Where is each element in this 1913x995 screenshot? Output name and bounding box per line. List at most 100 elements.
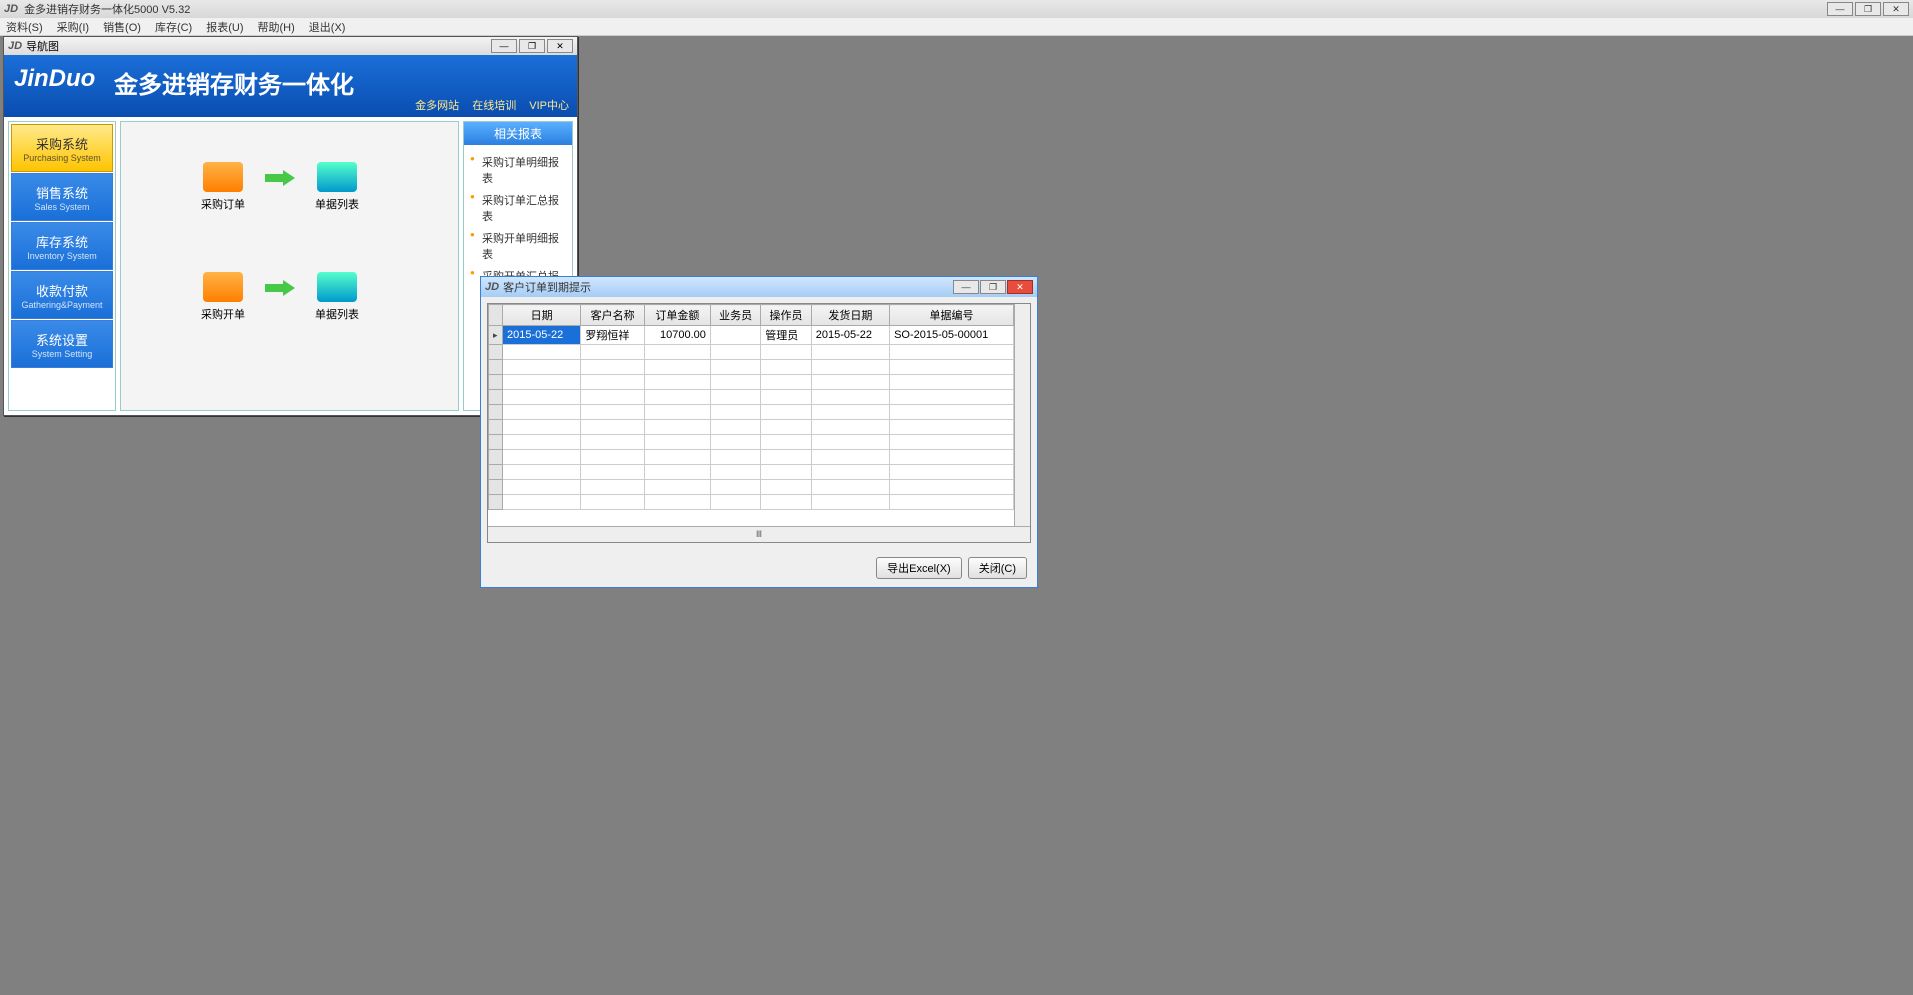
brand-en: JinDuo [14, 65, 95, 93]
close-button[interactable]: 关闭(C) [968, 557, 1027, 579]
col-customer[interactable]: 客户名称 [581, 305, 645, 326]
books-icon [317, 162, 357, 192]
cell-sales[interactable] [710, 326, 760, 345]
side-btn-inventory[interactable]: 库存系统 Inventory System [11, 222, 113, 270]
side-btn-en: Sales System [34, 202, 89, 212]
link-website[interactable]: 金多网站 [415, 100, 459, 112]
cell-date[interactable]: 2015-05-22 [503, 326, 581, 345]
table-row[interactable] [489, 480, 1014, 495]
vertical-scrollbar[interactable] [1014, 304, 1030, 526]
col-date[interactable]: 日期 [503, 305, 581, 326]
dialog-maximize-button[interactable]: ❐ [980, 280, 1006, 294]
main-window-controls: — ❐ ✕ [1827, 2, 1909, 16]
icon-document-list-1[interactable]: 单据列表 [305, 162, 369, 212]
report-link[interactable]: 采购开单明细报表 [470, 227, 566, 265]
side-btn-sales[interactable]: 销售系统 Sales System [11, 173, 113, 221]
menu-item-help[interactable]: 帮助(H) [258, 19, 295, 35]
dialog-window-controls: — ❐ ✕ [953, 280, 1033, 294]
report-link[interactable]: 采购订单明细报表 [470, 151, 566, 189]
icon-label: 单据列表 [305, 306, 369, 322]
side-menu: 采购系统 Purchasing System 销售系统 Sales System… [8, 121, 116, 411]
dialog-minimize-button[interactable]: — [953, 280, 979, 294]
menu-item-reports[interactable]: 报表(U) [206, 19, 243, 35]
table-row[interactable] [489, 465, 1014, 480]
table-row[interactable] [489, 360, 1014, 375]
icon-label: 采购开单 [191, 306, 255, 322]
col-amount[interactable]: 订单金额 [644, 305, 710, 326]
icon-purchase-order[interactable]: 采购订单 [191, 162, 255, 212]
icon-document-list-2[interactable]: 单据列表 [305, 272, 369, 322]
col-docno[interactable]: 单据编号 [890, 305, 1014, 326]
menu-item-purchase[interactable]: 采购(I) [57, 19, 89, 35]
nav-logo: JD [8, 40, 22, 52]
row-indicator [489, 326, 503, 345]
side-btn-settings[interactable]: 系统设置 System Setting [11, 320, 113, 368]
cell-ship[interactable]: 2015-05-22 [811, 326, 889, 345]
menu-item-exit[interactable]: 退出(X) [309, 19, 346, 35]
side-btn-purchase[interactable]: 采购系统 Purchasing System [11, 124, 113, 172]
col-operator[interactable]: 操作员 [761, 305, 811, 326]
arrow-right-icon [265, 280, 295, 296]
books-icon [317, 272, 357, 302]
table-row[interactable] [489, 420, 1014, 435]
link-training[interactable]: 在线培训 [472, 100, 516, 112]
table-row[interactable] [489, 435, 1014, 450]
menu-item-inventory[interactable]: 库存(C) [155, 19, 192, 35]
menu-item-data[interactable]: 资料(S) [6, 19, 43, 35]
nav-minimize-button[interactable]: — [491, 39, 517, 53]
col-sales[interactable]: 业务员 [710, 305, 760, 326]
nav-maximize-button[interactable]: ❐ [519, 39, 545, 53]
main-minimize-button[interactable]: — [1827, 2, 1853, 16]
cell-docno[interactable]: SO-2015-05-00001 [890, 326, 1014, 345]
table-row[interactable] [489, 390, 1014, 405]
side-btn-label: 系统设置 [36, 330, 88, 349]
table-row[interactable] [489, 450, 1014, 465]
table-row[interactable] [489, 405, 1014, 420]
cell-customer[interactable]: 罗翔恒祥 [581, 326, 645, 345]
side-btn-en: Inventory System [27, 251, 97, 261]
side-btn-label: 销售系统 [36, 183, 88, 202]
nav-close-button[interactable]: ✕ [547, 39, 573, 53]
table-row[interactable] [489, 345, 1014, 360]
grid-body: 2015-05-22 罗翔恒祥 10700.00 管理员 2015-05-22 … [489, 326, 1014, 510]
arrow-right-icon [265, 170, 295, 186]
menubar: 资料(S) 采购(I) 销售(O) 库存(C) 报表(U) 帮助(H) 退出(X… [0, 18, 1913, 36]
col-shipdate[interactable]: 发货日期 [811, 305, 889, 326]
cell-operator[interactable]: 管理员 [761, 326, 811, 345]
table-row[interactable] [489, 375, 1014, 390]
dialog-logo: JD [485, 281, 499, 293]
menu-item-sales[interactable]: 销售(O) [103, 19, 141, 35]
side-btn-en: Purchasing System [23, 153, 101, 163]
icon-purchase-billing[interactable]: 采购开单 [191, 272, 255, 322]
dialog-close-button[interactable]: ✕ [1007, 280, 1033, 294]
side-btn-en: System Setting [32, 349, 93, 359]
grid-container: 日期 客户名称 订单金额 业务员 操作员 发货日期 单据编号 [487, 303, 1031, 543]
side-btn-label: 收款付款 [36, 281, 88, 300]
banner: JinDuo 金多进销存财务一体化 金多网站 在线培训 VIP中心 [4, 55, 577, 117]
main-window: JD 金多进销存财务一体化5000 V5.32 — ❐ ✕ 资料(S) 采购(I… [0, 0, 1913, 995]
export-excel-button[interactable]: 导出Excel(X) [876, 557, 962, 579]
cell-amount[interactable]: 10700.00 [644, 326, 710, 345]
nav-titlebar: JD 导航图 — ❐ ✕ [4, 37, 577, 55]
side-btn-payment[interactable]: 收款付款 Gathering&Payment [11, 271, 113, 319]
side-btn-label: 采购系统 [36, 134, 88, 153]
main-close-button[interactable]: ✕ [1883, 2, 1909, 16]
link-vip[interactable]: VIP中心 [529, 100, 569, 112]
horizontal-scrollbar[interactable]: Ⅲ [488, 526, 1030, 542]
main-maximize-button[interactable]: ❐ [1855, 2, 1881, 16]
flow-row-2: 采购开单 单据列表 [191, 272, 369, 322]
table-row[interactable]: 2015-05-22 罗翔恒祥 10700.00 管理员 2015-05-22 … [489, 326, 1014, 345]
dialog-titlebar[interactable]: JD 客户订单到期提示 — ❐ ✕ [481, 277, 1037, 297]
dialog-buttons: 导出Excel(X) 关闭(C) [876, 557, 1027, 579]
reports-header: 相关报表 [464, 122, 572, 145]
main-titlebar: JD 金多进销存财务一体化5000 V5.32 — ❐ ✕ [0, 0, 1913, 18]
flow-row-1: 采购订单 单据列表 [191, 162, 369, 212]
app-logo: JD [4, 3, 18, 15]
report-link[interactable]: 采购订单汇总报表 [470, 189, 566, 227]
box-icon [203, 272, 243, 302]
order-due-dialog: JD 客户订单到期提示 — ❐ ✕ 日期 客户名称 [480, 276, 1038, 588]
table-row[interactable] [489, 495, 1014, 510]
order-grid[interactable]: 日期 客户名称 订单金额 业务员 操作员 发货日期 单据编号 [488, 304, 1014, 510]
grid-header-row: 日期 客户名称 订单金额 业务员 操作员 发货日期 单据编号 [489, 305, 1014, 326]
icon-label: 采购订单 [191, 196, 255, 212]
